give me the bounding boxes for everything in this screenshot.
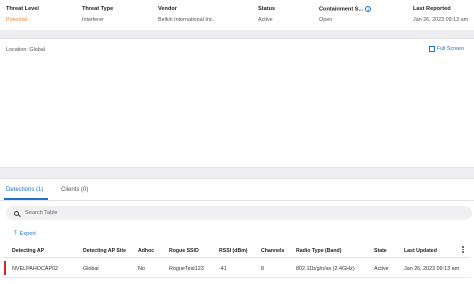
threat-level-value: Potential (6, 17, 27, 23)
full-screen-button[interactable]: Full Screen (428, 46, 464, 52)
cell-channels: 8 (261, 266, 264, 272)
map-panel: Location: Global Full Screen (0, 38, 474, 168)
col-header-adhoc: Adhoc (138, 248, 155, 254)
header-divider (4, 257, 470, 258)
col-header-threat-level: Threat Level (6, 6, 39, 12)
cell-last-updated: Jan 26, 2023 09:13 am (404, 266, 460, 272)
search-bar[interactable] (6, 206, 472, 220)
col-header-detecting-ap: Detecting AP (12, 248, 45, 254)
col-header-last-reported: Last Reported (413, 6, 451, 12)
column-options-icon[interactable] (462, 246, 464, 253)
col-header-threat-type: Threat Type (82, 6, 114, 12)
col-header-channels: Channels (261, 248, 285, 254)
row-severity-indicator (4, 261, 6, 275)
col-header-detecting-ap-site: Detecting AP Site (83, 248, 126, 254)
search-icon (14, 210, 19, 216)
export-label: Export (19, 231, 36, 237)
expand-icon (428, 46, 435, 52)
col-header-status: Status (258, 6, 276, 12)
col-header-state: State (374, 248, 387, 254)
col-header-vendor: Vendor (158, 6, 177, 12)
col-header-containment: Containment S... i (319, 6, 372, 13)
cell-detecting-ap-site: Global (83, 266, 99, 272)
detections-panel: Detections (1) Clients (0) ⤒ Export Dete… (0, 178, 474, 284)
col-header-rogue-ssid: Rogue SSID (169, 248, 199, 254)
active-tab-indicator (4, 198, 48, 200)
col-header-last-updated: Last Updated (404, 248, 437, 254)
cell-radio-type: 802.11b/g/n/ax (2.4GHz) (296, 266, 355, 272)
threat-summary-table: Threat Level Threat Type Vendor Status C… (0, 0, 474, 30)
last-reported-value: Jan 26, 2023 09:13 am (413, 17, 469, 23)
cell-rogue-ssid: RogueTest123 (169, 266, 204, 272)
status-value: Active (258, 17, 273, 23)
tab-clients[interactable]: Clients (0) (61, 187, 88, 193)
full-screen-label: Full Screen (436, 46, 464, 52)
export-button[interactable]: ⤒ Export (14, 231, 36, 237)
section-divider (0, 168, 474, 178)
section-divider (0, 30, 474, 38)
search-input[interactable] (25, 210, 445, 216)
info-icon[interactable]: i (365, 6, 372, 12)
containment-value: Open (319, 17, 333, 23)
col-header-rssi: RSSI (dBm) (219, 248, 248, 254)
vendor-value: Belkin International Inc. (158, 17, 215, 23)
col-header-radio-type: Radio Type (Band) (296, 248, 342, 254)
cell-state: Active (374, 266, 389, 272)
threat-type-value: Interferer (82, 17, 104, 23)
tab-bar: Detections (1) Clients (0) (0, 179, 474, 201)
cell-rssi: -41 (219, 266, 227, 272)
containment-header-label: Containment S... (319, 6, 364, 13)
row-divider (4, 277, 470, 278)
tab-detections[interactable]: Detections (1) (6, 187, 43, 193)
arrow-up-icon: ⤒ (14, 231, 17, 237)
cell-adhoc: No (138, 266, 145, 272)
location-label: Location: Global (6, 47, 45, 53)
cell-detecting-ap[interactable]: NVELPAHOCAP02 (12, 266, 58, 272)
